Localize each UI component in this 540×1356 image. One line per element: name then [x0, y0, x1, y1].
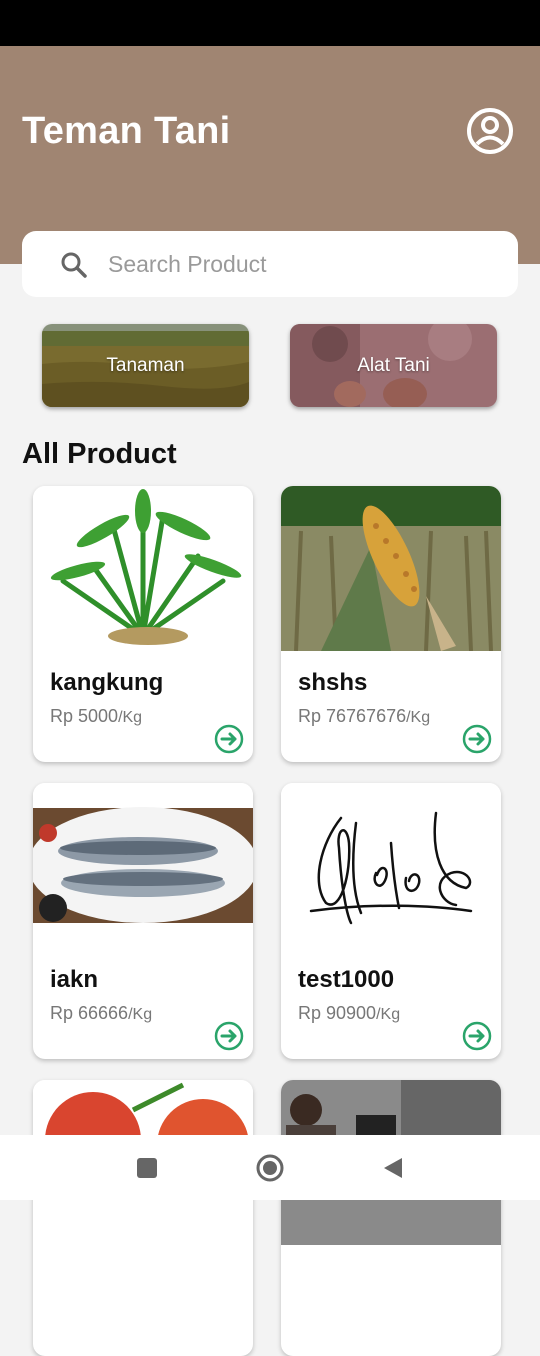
account-circle-icon: [467, 108, 513, 154]
product-name: iakn: [50, 966, 99, 993]
category-label: Alat Tani: [357, 355, 430, 376]
price-value: Rp 5000: [50, 706, 119, 726]
product-card[interactable]: [33, 1080, 253, 1356]
system-nav-bar: [0, 1135, 540, 1200]
triangle-back-icon[interactable]: [380, 1155, 406, 1181]
arrow-circle-right-icon[interactable]: [214, 724, 244, 754]
product-price: Rp 5000/Kg: [50, 706, 142, 727]
product-price: Rp 66666/Kg: [50, 1003, 152, 1024]
product-card[interactable]: shshs Rp 76767676/Kg: [281, 486, 501, 762]
price-value: Rp 66666: [50, 1003, 129, 1023]
corn-field-image: [281, 486, 501, 651]
price-unit: /Kg: [128, 1006, 153, 1023]
product-card[interactable]: iakn Rp 66666/Kg: [33, 783, 253, 1059]
arrow-circle-right-icon[interactable]: [214, 1021, 244, 1051]
price-value: Rp 90900: [298, 1003, 377, 1023]
profile-button[interactable]: [466, 107, 514, 155]
search-bar[interactable]: [22, 231, 518, 297]
price-unit: /Kg: [406, 709, 431, 726]
product-card[interactable]: kangkung Rp 5000/Kg: [33, 486, 253, 762]
signature-image: [281, 783, 501, 948]
product-card[interactable]: test1000 Rp 90900/Kg: [281, 783, 501, 1059]
status-bar: [0, 0, 540, 46]
product-price: Rp 76767676/Kg: [298, 706, 430, 727]
category-label: Tanaman: [106, 355, 185, 376]
price-unit: /Kg: [376, 1006, 401, 1023]
category-tanaman[interactable]: Tanaman: [42, 324, 249, 407]
square-icon[interactable]: [134, 1155, 160, 1181]
fish-plate-image: [33, 783, 253, 948]
product-name: test1000: [298, 966, 395, 993]
water-spinach-image: [33, 486, 253, 651]
app-title: Teman Tani: [22, 110, 231, 152]
price-unit: /Kg: [118, 709, 143, 726]
section-title: All Product: [22, 438, 177, 470]
search-input[interactable]: [106, 243, 500, 285]
product-name: shshs: [298, 669, 368, 696]
search-icon: [61, 252, 87, 278]
price-value: Rp 76767676: [298, 706, 407, 726]
circle-icon[interactable]: [256, 1154, 284, 1182]
product-card[interactable]: [281, 1080, 501, 1356]
arrow-circle-right-icon[interactable]: [462, 1021, 492, 1051]
product-name: kangkung: [50, 669, 164, 696]
arrow-circle-right-icon[interactable]: [462, 724, 492, 754]
product-price: Rp 90900/Kg: [298, 1003, 400, 1024]
category-alat-tani[interactable]: Alat Tani: [290, 324, 497, 407]
